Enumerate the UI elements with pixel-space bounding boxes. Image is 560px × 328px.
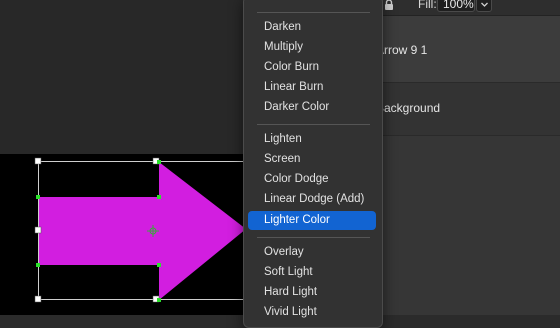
layer-name: Arrow 9 1 <box>376 43 428 57</box>
lock-icon[interactable] <box>382 0 396 12</box>
anchor-point <box>157 298 161 302</box>
menu-separator <box>257 237 370 238</box>
blend-item-color-burn[interactable]: Color Burn <box>248 58 376 77</box>
transform-handle <box>34 295 42 303</box>
blend-item-linear-dodge[interactable]: Linear Dodge (Add) <box>248 190 376 209</box>
blend-item-darker-color[interactable]: Darker Color <box>248 98 376 117</box>
layers-panel: Fill: 100% Arrow 9 1 Background <box>376 0 560 315</box>
transform-handle <box>34 226 42 234</box>
chevron-down-icon <box>481 2 488 7</box>
blend-item-overlay[interactable]: Overlay <box>248 243 376 262</box>
blend-item-color-dodge[interactable]: Color Dodge <box>248 170 376 189</box>
fill-input[interactable]: 100% <box>437 0 475 12</box>
blend-item-vivid-light[interactable]: Vivid Light <box>248 303 376 322</box>
anchor-point <box>157 195 161 199</box>
layer-name: Background <box>376 101 441 115</box>
blend-item-hard-light[interactable]: Hard Light <box>248 283 376 302</box>
anchor-point <box>157 263 161 267</box>
transform-handle <box>34 157 42 165</box>
anchor-point <box>36 195 40 199</box>
blend-item-lighten[interactable]: Lighten <box>248 130 376 149</box>
layers-toolbar: Fill: 100% <box>380 0 560 16</box>
anchor-point <box>157 160 161 164</box>
fill-label: Fill: <box>418 0 437 11</box>
blend-item-linear-burn[interactable]: Linear Burn <box>248 78 376 97</box>
menu-separator <box>257 12 370 13</box>
blend-mode-menu: Darken Multiply Color Burn Linear Burn D… <box>243 0 383 328</box>
layer-row[interactable]: Background <box>376 83 560 136</box>
arrow-shape <box>38 162 246 300</box>
blend-item-lighter-color[interactable]: Lighter Color <box>248 211 376 230</box>
blend-item-soft-light[interactable]: Soft Light <box>248 263 376 282</box>
layers-empty-area <box>380 136 560 315</box>
blend-item-screen[interactable]: Screen <box>248 150 376 169</box>
blend-item-darken[interactable]: Darken <box>248 18 376 37</box>
document-canvas[interactable] <box>0 154 246 315</box>
blend-item-multiply[interactable]: Multiply <box>248 38 376 57</box>
layer-row[interactable]: Arrow 9 1 <box>376 16 560 83</box>
fill-dropdown-button[interactable] <box>476 0 492 12</box>
menu-separator <box>257 124 370 125</box>
anchor-point <box>36 263 40 267</box>
